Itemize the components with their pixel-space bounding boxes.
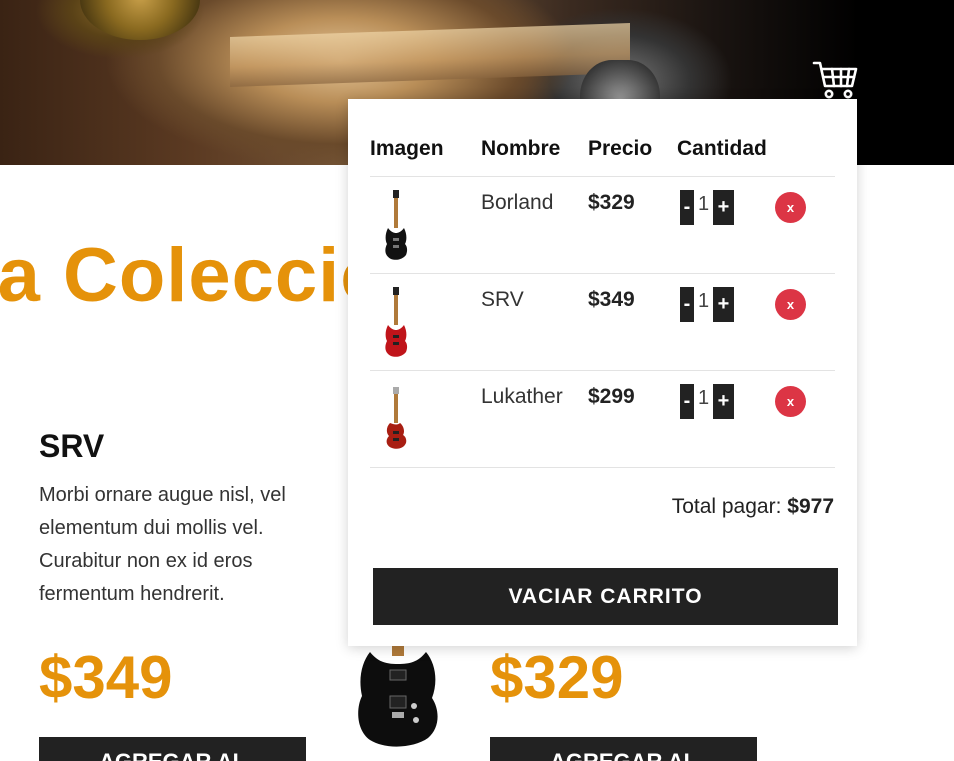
cart-item-remove-cell: x <box>775 272 835 370</box>
cart-item-remove-cell: x <box>775 369 835 468</box>
guitar-thumbnail <box>386 386 407 449</box>
headstock-image <box>230 23 630 87</box>
cart-item-remove-cell: x <box>775 175 835 273</box>
product-name: SRV <box>39 428 105 464</box>
cart-item-quantity: - 1 + <box>677 272 793 370</box>
add-to-cart-button[interactable]: AGREGAR AL <box>490 737 757 761</box>
add-to-cart-button[interactable]: AGREGAR AL <box>39 737 306 761</box>
guitar-thumbnail <box>385 286 408 357</box>
guitar-thumbnail <box>385 189 408 260</box>
cart-item-price: $349 <box>588 272 677 370</box>
product-price: $329 <box>490 644 624 711</box>
decrease-quantity-button[interactable]: - <box>680 190 694 225</box>
cart-item-name: SRV <box>481 272 588 370</box>
cart-row: Borland $329 - 1 + x <box>370 175 835 273</box>
total-label: Total pagar: <box>671 495 782 518</box>
cart-item-price: $329 <box>588 175 677 273</box>
empty-cart-button[interactable]: VACIAR CARRITO <box>373 568 838 625</box>
shopping-cart-icon[interactable] <box>812 60 858 100</box>
quantity-value: 1 <box>697 290 710 312</box>
column-header-name: Nombre <box>481 137 561 160</box>
cart-dropdown: Imagen Nombre Precio Cantidad Borland $3… <box>348 99 857 646</box>
remove-item-button[interactable]: x <box>775 191 806 223</box>
cart-row: Lukather $299 - 1 + x <box>370 369 835 468</box>
tuning-peg-image <box>80 0 200 40</box>
decrease-quantity-button[interactable]: - <box>680 384 694 419</box>
quantity-value: 1 <box>697 387 710 409</box>
product-card: SRV Morbi ornare augue nisl, vel element… <box>39 428 309 761</box>
cart-item-quantity: - 1 + <box>677 369 793 468</box>
column-header-price: Precio <box>588 137 653 160</box>
cart-item-image-cell <box>370 272 481 370</box>
column-header-image: Imagen <box>370 137 444 160</box>
cart-item-name: Borland <box>481 175 588 273</box>
column-header-quantity: Cantidad <box>677 137 767 160</box>
increase-quantity-button[interactable]: + <box>713 384 734 419</box>
decrease-quantity-button[interactable]: - <box>680 287 694 322</box>
total-value: $977 <box>787 495 834 518</box>
cart-total: Total pagar: $977 <box>672 495 834 519</box>
increase-quantity-button[interactable]: + <box>713 190 734 225</box>
cart-item-image-cell <box>370 175 481 273</box>
quantity-value: 1 <box>697 193 710 215</box>
cart-item-image-cell <box>370 369 481 468</box>
cart-item-name: Lukather <box>481 369 588 468</box>
cart-item-quantity: - 1 + <box>677 175 793 273</box>
column-header-remove <box>793 126 835 176</box>
guitar-body <box>385 227 408 260</box>
product-description: Morbi ornare augue nisl, vel elementum d… <box>39 484 286 605</box>
cart-row: SRV $349 - 1 + x <box>370 272 835 370</box>
product-price: $349 <box>39 644 173 711</box>
remove-item-button[interactable]: x <box>775 385 806 417</box>
cart-table: Imagen Nombre Precio Cantidad Borland $3… <box>370 126 835 468</box>
cart-item-price: $299 <box>588 369 677 468</box>
remove-item-button[interactable]: x <box>775 288 806 320</box>
increase-quantity-button[interactable]: + <box>713 287 734 322</box>
